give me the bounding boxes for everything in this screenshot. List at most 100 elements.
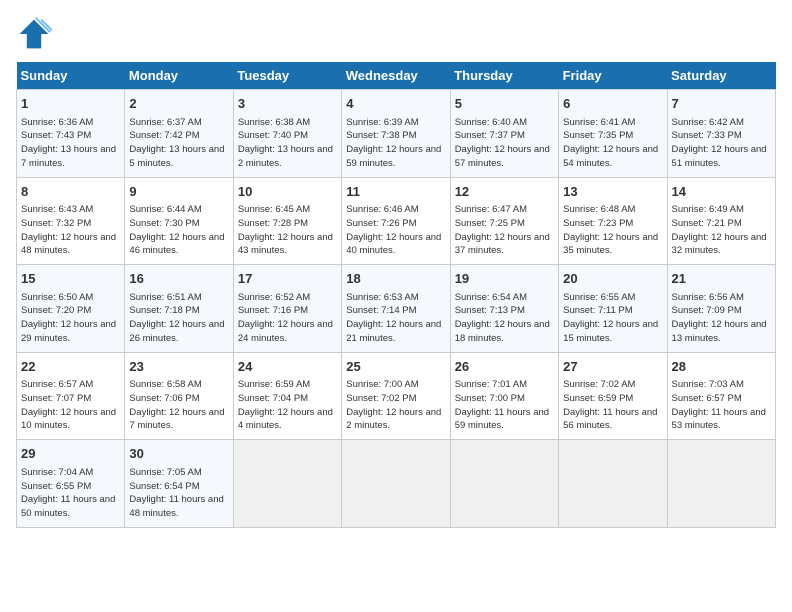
calendar-cell: 21Sunrise: 6:56 AMSunset: 7:09 PMDayligh… xyxy=(667,265,775,353)
calendar-cell xyxy=(450,440,558,528)
calendar-cell: 7Sunrise: 6:42 AMSunset: 7:33 PMDaylight… xyxy=(667,90,775,178)
day-info: Sunrise: 6:43 AMSunset: 7:32 PMDaylight:… xyxy=(21,203,120,258)
day-number: 6 xyxy=(563,94,662,114)
day-info: Sunrise: 6:45 AMSunset: 7:28 PMDaylight:… xyxy=(238,203,337,258)
day-number: 21 xyxy=(672,269,771,289)
calendar-cell: 1Sunrise: 6:36 AMSunset: 7:43 PMDaylight… xyxy=(17,90,125,178)
day-info: Sunrise: 6:50 AMSunset: 7:20 PMDaylight:… xyxy=(21,291,120,346)
calendar-cell: 19Sunrise: 6:54 AMSunset: 7:13 PMDayligh… xyxy=(450,265,558,353)
day-info: Sunrise: 6:38 AMSunset: 7:40 PMDaylight:… xyxy=(238,116,337,171)
calendar-cell xyxy=(559,440,667,528)
day-info: Sunrise: 6:56 AMSunset: 7:09 PMDaylight:… xyxy=(672,291,771,346)
day-number: 3 xyxy=(238,94,337,114)
day-number: 9 xyxy=(129,182,228,202)
day-info: Sunrise: 6:41 AMSunset: 7:35 PMDaylight:… xyxy=(563,116,662,171)
calendar-cell: 11Sunrise: 6:46 AMSunset: 7:26 PMDayligh… xyxy=(342,177,450,265)
day-info: Sunrise: 6:58 AMSunset: 7:06 PMDaylight:… xyxy=(129,378,228,433)
calendar-cell: 2Sunrise: 6:37 AMSunset: 7:42 PMDaylight… xyxy=(125,90,233,178)
col-header-saturday: Saturday xyxy=(667,62,775,90)
day-info: Sunrise: 6:47 AMSunset: 7:25 PMDaylight:… xyxy=(455,203,554,258)
calendar-cell: 26Sunrise: 7:01 AMSunset: 7:00 PMDayligh… xyxy=(450,352,558,440)
day-number: 12 xyxy=(455,182,554,202)
day-number: 26 xyxy=(455,357,554,377)
day-info: Sunrise: 6:57 AMSunset: 7:07 PMDaylight:… xyxy=(21,378,120,433)
day-number: 7 xyxy=(672,94,771,114)
calendar-cell: 4Sunrise: 6:39 AMSunset: 7:38 PMDaylight… xyxy=(342,90,450,178)
day-number: 18 xyxy=(346,269,445,289)
day-info: Sunrise: 6:36 AMSunset: 7:43 PMDaylight:… xyxy=(21,116,120,171)
day-info: Sunrise: 6:52 AMSunset: 7:16 PMDaylight:… xyxy=(238,291,337,346)
day-info: Sunrise: 6:53 AMSunset: 7:14 PMDaylight:… xyxy=(346,291,445,346)
calendar-cell: 6Sunrise: 6:41 AMSunset: 7:35 PMDaylight… xyxy=(559,90,667,178)
day-info: Sunrise: 7:02 AMSunset: 6:59 PMDaylight:… xyxy=(563,378,662,433)
day-number: 29 xyxy=(21,444,120,464)
day-number: 14 xyxy=(672,182,771,202)
calendar-table: SundayMondayTuesdayWednesdayThursdayFrid… xyxy=(16,62,776,528)
day-number: 11 xyxy=(346,182,445,202)
calendar-cell: 16Sunrise: 6:51 AMSunset: 7:18 PMDayligh… xyxy=(125,265,233,353)
col-header-friday: Friday xyxy=(559,62,667,90)
day-number: 16 xyxy=(129,269,228,289)
day-number: 2 xyxy=(129,94,228,114)
calendar-cell: 13Sunrise: 6:48 AMSunset: 7:23 PMDayligh… xyxy=(559,177,667,265)
calendar-cell: 20Sunrise: 6:55 AMSunset: 7:11 PMDayligh… xyxy=(559,265,667,353)
day-info: Sunrise: 7:04 AMSunset: 6:55 PMDaylight:… xyxy=(21,466,120,521)
day-info: Sunrise: 7:01 AMSunset: 7:00 PMDaylight:… xyxy=(455,378,554,433)
day-info: Sunrise: 6:55 AMSunset: 7:11 PMDaylight:… xyxy=(563,291,662,346)
day-info: Sunrise: 6:49 AMSunset: 7:21 PMDaylight:… xyxy=(672,203,771,258)
calendar-cell xyxy=(667,440,775,528)
calendar-cell: 27Sunrise: 7:02 AMSunset: 6:59 PMDayligh… xyxy=(559,352,667,440)
col-header-tuesday: Tuesday xyxy=(233,62,341,90)
calendar-cell: 29Sunrise: 7:04 AMSunset: 6:55 PMDayligh… xyxy=(17,440,125,528)
day-number: 23 xyxy=(129,357,228,377)
calendar-cell: 25Sunrise: 7:00 AMSunset: 7:02 PMDayligh… xyxy=(342,352,450,440)
calendar-cell: 22Sunrise: 6:57 AMSunset: 7:07 PMDayligh… xyxy=(17,352,125,440)
day-number: 28 xyxy=(672,357,771,377)
day-info: Sunrise: 6:51 AMSunset: 7:18 PMDaylight:… xyxy=(129,291,228,346)
day-number: 4 xyxy=(346,94,445,114)
day-number: 5 xyxy=(455,94,554,114)
day-info: Sunrise: 6:42 AMSunset: 7:33 PMDaylight:… xyxy=(672,116,771,171)
day-info: Sunrise: 6:54 AMSunset: 7:13 PMDaylight:… xyxy=(455,291,554,346)
day-number: 1 xyxy=(21,94,120,114)
calendar-cell xyxy=(233,440,341,528)
calendar-cell: 14Sunrise: 6:49 AMSunset: 7:21 PMDayligh… xyxy=(667,177,775,265)
day-number: 25 xyxy=(346,357,445,377)
calendar-cell: 12Sunrise: 6:47 AMSunset: 7:25 PMDayligh… xyxy=(450,177,558,265)
calendar-cell: 18Sunrise: 6:53 AMSunset: 7:14 PMDayligh… xyxy=(342,265,450,353)
day-number: 19 xyxy=(455,269,554,289)
logo xyxy=(16,16,56,52)
day-number: 22 xyxy=(21,357,120,377)
calendar-cell: 8Sunrise: 6:43 AMSunset: 7:32 PMDaylight… xyxy=(17,177,125,265)
day-info: Sunrise: 6:46 AMSunset: 7:26 PMDaylight:… xyxy=(346,203,445,258)
calendar-cell: 23Sunrise: 6:58 AMSunset: 7:06 PMDayligh… xyxy=(125,352,233,440)
calendar-cell xyxy=(342,440,450,528)
day-number: 17 xyxy=(238,269,337,289)
day-info: Sunrise: 7:05 AMSunset: 6:54 PMDaylight:… xyxy=(129,466,228,521)
day-number: 10 xyxy=(238,182,337,202)
col-header-sunday: Sunday xyxy=(17,62,125,90)
day-info: Sunrise: 7:00 AMSunset: 7:02 PMDaylight:… xyxy=(346,378,445,433)
day-number: 20 xyxy=(563,269,662,289)
day-number: 15 xyxy=(21,269,120,289)
col-header-wednesday: Wednesday xyxy=(342,62,450,90)
calendar-cell: 17Sunrise: 6:52 AMSunset: 7:16 PMDayligh… xyxy=(233,265,341,353)
calendar-cell: 30Sunrise: 7:05 AMSunset: 6:54 PMDayligh… xyxy=(125,440,233,528)
col-header-monday: Monday xyxy=(125,62,233,90)
day-info: Sunrise: 6:37 AMSunset: 7:42 PMDaylight:… xyxy=(129,116,228,171)
day-info: Sunrise: 6:44 AMSunset: 7:30 PMDaylight:… xyxy=(129,203,228,258)
calendar-cell: 24Sunrise: 6:59 AMSunset: 7:04 PMDayligh… xyxy=(233,352,341,440)
day-number: 13 xyxy=(563,182,662,202)
calendar-cell: 9Sunrise: 6:44 AMSunset: 7:30 PMDaylight… xyxy=(125,177,233,265)
page-header xyxy=(16,16,776,52)
day-number: 30 xyxy=(129,444,228,464)
day-info: Sunrise: 7:03 AMSunset: 6:57 PMDaylight:… xyxy=(672,378,771,433)
calendar-cell: 15Sunrise: 6:50 AMSunset: 7:20 PMDayligh… xyxy=(17,265,125,353)
day-info: Sunrise: 6:39 AMSunset: 7:38 PMDaylight:… xyxy=(346,116,445,171)
day-number: 24 xyxy=(238,357,337,377)
calendar-cell: 28Sunrise: 7:03 AMSunset: 6:57 PMDayligh… xyxy=(667,352,775,440)
calendar-cell: 5Sunrise: 6:40 AMSunset: 7:37 PMDaylight… xyxy=(450,90,558,178)
day-info: Sunrise: 6:48 AMSunset: 7:23 PMDaylight:… xyxy=(563,203,662,258)
logo-icon xyxy=(16,16,52,52)
day-number: 8 xyxy=(21,182,120,202)
